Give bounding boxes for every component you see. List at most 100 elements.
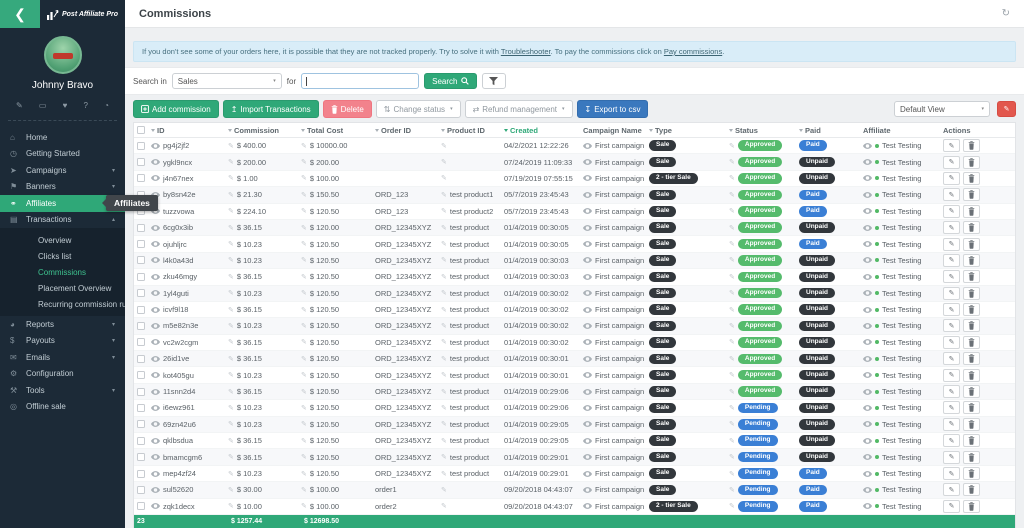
delete-row-button[interactable]: [963, 139, 980, 152]
sidebar-item-recurring-commission-rules[interactable]: Recurring commission rules: [0, 296, 125, 312]
eye-icon[interactable]: [151, 339, 160, 345]
eye-icon[interactable]: [863, 175, 872, 181]
row-checkbox[interactable]: [137, 338, 145, 346]
sidebar-item-tools[interactable]: ⚒Tools▾: [0, 382, 125, 399]
eye-icon[interactable]: [151, 454, 160, 460]
delete-row-button[interactable]: [963, 336, 980, 349]
table-row[interactable]: ygkl9ncx ✎$ 200.00 ✎$ 200.00 ✎ 07/24/201…: [134, 154, 1015, 170]
eye-icon[interactable]: [583, 356, 592, 362]
select-all-checkbox[interactable]: [137, 126, 145, 134]
troubleshooter-link[interactable]: Troubleshooter: [501, 47, 551, 56]
delete-row-button[interactable]: [963, 287, 980, 300]
sidebar-item-configuration[interactable]: ⚙Configuration: [0, 366, 125, 383]
edit-pencil-icon[interactable]: ✎: [729, 453, 735, 461]
table-row[interactable]: kot405gu ✎$ 10.23 ✎$ 120.50 ORD_12345XYZ…: [134, 367, 1015, 383]
edit-pencil-icon[interactable]: ✎: [729, 371, 735, 379]
column-header-status[interactable]: Status: [729, 126, 799, 135]
table-row[interactable]: zku46mgy ✎$ 36.15 ✎$ 120.50 ORD_12345XYZ…: [134, 269, 1015, 285]
heart-icon[interactable]: ♥: [63, 101, 68, 110]
edit-row-button[interactable]: ✎: [943, 238, 960, 251]
eye-icon[interactable]: [151, 356, 160, 362]
edit-pencil-icon[interactable]: ✎: [441, 322, 447, 330]
edit-pencil-icon[interactable]: ✎: [301, 191, 307, 199]
eye-icon[interactable]: [151, 438, 160, 444]
eye-icon[interactable]: [151, 175, 160, 181]
eye-icon[interactable]: [583, 241, 592, 247]
edit-row-button[interactable]: ✎: [943, 467, 960, 480]
eye-icon[interactable]: [583, 208, 592, 214]
delete-row-button[interactable]: [963, 483, 980, 496]
row-checkbox[interactable]: [137, 174, 145, 182]
edit-pencil-icon[interactable]: ✎: [228, 371, 234, 379]
delete-row-button[interactable]: [963, 254, 980, 267]
column-header-commission[interactable]: Commission: [228, 126, 301, 135]
edit-row-button[interactable]: ✎: [943, 319, 960, 332]
edit-pencil-icon[interactable]: ✎: [441, 256, 447, 264]
table-row[interactable]: vc2w2cgm ✎$ 36.15 ✎$ 120.50 ORD_12345XYZ…: [134, 335, 1015, 351]
clock-icon[interactable]: ◔: [104, 101, 109, 110]
edit-pencil-icon[interactable]: ✎: [301, 371, 307, 379]
edit-pencil-icon[interactable]: ✎: [228, 207, 234, 215]
delete-row-button[interactable]: [963, 401, 980, 414]
row-checkbox[interactable]: [137, 322, 145, 330]
edit-pencil-icon[interactable]: ✎: [301, 322, 307, 330]
eye-icon[interactable]: [583, 192, 592, 198]
edit-pencil-icon[interactable]: ✎: [228, 142, 234, 150]
eye-icon[interactable]: [863, 421, 872, 427]
row-checkbox[interactable]: [137, 256, 145, 264]
edit-row-button[interactable]: ✎: [943, 500, 960, 513]
edit-row-button[interactable]: ✎: [943, 172, 960, 185]
edit-pencil-icon[interactable]: ✎: [301, 273, 307, 281]
edit-row-button[interactable]: ✎: [943, 483, 960, 496]
edit-pencil-icon[interactable]: ✎: [441, 207, 447, 215]
table-row[interactable]: 69zn42u6 ✎$ 10.23 ✎$ 120.50 ORD_12345XYZ…: [134, 417, 1015, 433]
edit-pencil-icon[interactable]: ✎: [441, 240, 447, 248]
edit-pencil-icon[interactable]: ✎: [441, 273, 447, 281]
table-row[interactable]: l4k0a43d ✎$ 10.23 ✎$ 120.50 ORD_12345XYZ…: [134, 253, 1015, 269]
table-row[interactable]: zqk1decx ✎$ 10.00 ✎$ 100.00 order2 ✎ 09/…: [134, 499, 1015, 515]
table-row[interactable]: mep4zf24 ✎$ 10.23 ✎$ 120.50 ORD_12345XYZ…: [134, 466, 1015, 482]
delete-row-button[interactable]: [963, 467, 980, 480]
edit-pencil-icon[interactable]: ✎: [301, 388, 307, 396]
edit-row-button[interactable]: ✎: [943, 418, 960, 431]
eye-icon[interactable]: [863, 503, 872, 509]
edit-pencil-icon[interactable]: ✎: [228, 158, 234, 166]
sidebar-item-banners[interactable]: ⚑Banners▾: [0, 179, 125, 196]
column-header-total-cost[interactable]: Total Cost: [301, 126, 375, 135]
sidebar-item-payouts[interactable]: $Payouts▾: [0, 333, 125, 350]
edit-pencil-icon[interactable]: ✎: [228, 338, 234, 346]
row-checkbox[interactable]: [137, 273, 145, 281]
edit-pencil-icon[interactable]: ✎: [729, 224, 735, 232]
delete-row-button[interactable]: [963, 418, 980, 431]
eye-icon[interactable]: [863, 159, 872, 165]
edit-pencil-icon[interactable]: ✎: [228, 420, 234, 428]
row-checkbox[interactable]: [137, 355, 145, 363]
edit-row-button[interactable]: ✎: [943, 401, 960, 414]
edit-pencil-icon[interactable]: ✎: [301, 502, 307, 510]
eye-icon[interactable]: [863, 257, 872, 263]
eye-icon[interactable]: [863, 487, 872, 493]
eye-icon[interactable]: [151, 225, 160, 231]
edit-pencil-icon[interactable]: ✎: [301, 289, 307, 297]
edit-pencil-icon[interactable]: ✎: [729, 470, 735, 478]
table-row[interactable]: icvf9l18 ✎$ 36.15 ✎$ 120.50 ORD_12345XYZ…: [134, 302, 1015, 318]
eye-icon[interactable]: [863, 290, 872, 296]
table-row[interactable]: m5e82n3e ✎$ 10.23 ✎$ 120.50 ORD_12345XYZ…: [134, 318, 1015, 334]
edit-row-button[interactable]: ✎: [943, 205, 960, 218]
change-status-button[interactable]: ⇅Change status▾: [376, 100, 461, 118]
eye-icon[interactable]: [151, 307, 160, 313]
eye-icon[interactable]: [583, 323, 592, 329]
edit-pencil-icon[interactable]: ✎: [228, 486, 234, 494]
sidebar-item-transactions[interactable]: ▤Transactions▴: [0, 212, 125, 229]
eye-icon[interactable]: [151, 503, 160, 509]
row-checkbox[interactable]: [137, 404, 145, 412]
edit-pencil-icon[interactable]: ✎: [301, 142, 307, 150]
sidebar-item-reports[interactable]: ◕Reports▾: [0, 316, 125, 333]
table-row[interactable]: qklbsdua ✎$ 36.15 ✎$ 120.50 ORD_12345XYZ…: [134, 433, 1015, 449]
delete-row-button[interactable]: [963, 238, 980, 251]
eye-icon[interactable]: [583, 225, 592, 231]
eye-icon[interactable]: [583, 389, 592, 395]
eye-icon[interactable]: [863, 274, 872, 280]
edit-pencil-icon[interactable]: ✎: [729, 486, 735, 494]
eye-icon[interactable]: [151, 405, 160, 411]
